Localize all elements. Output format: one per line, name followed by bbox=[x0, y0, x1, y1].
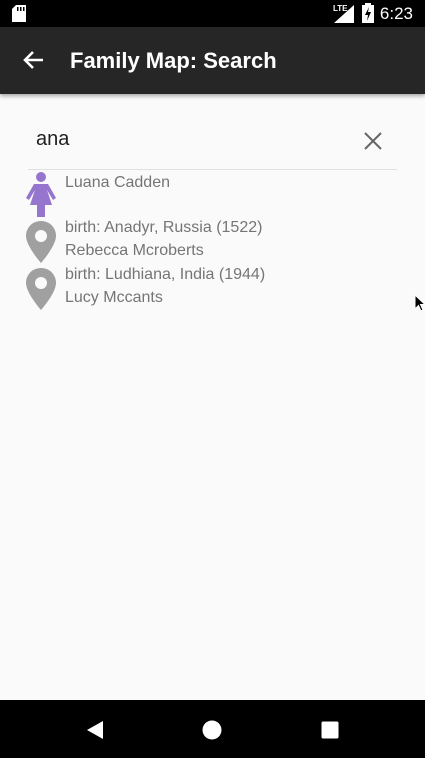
search-result-event[interactable]: birth: Ludhiana, India (1944) Lucy Mccan… bbox=[0, 266, 425, 312]
nav-home-button[interactable] bbox=[202, 720, 222, 745]
search-result-person[interactable]: Luana Cadden bbox=[0, 172, 425, 218]
result-primary-text: birth: Ludhiana, India (1944) bbox=[65, 266, 266, 283]
status-bar: LTE 6:23 bbox=[0, 0, 425, 27]
search-result-event[interactable]: birth: Anadyr, Russia (1522) Rebecca Mcr… bbox=[0, 219, 425, 265]
result-secondary-text: Rebecca Mcroberts bbox=[65, 242, 204, 259]
close-icon[interactable] bbox=[363, 131, 383, 151]
search-input[interactable] bbox=[36, 128, 356, 151]
battery-charging-icon bbox=[362, 3, 374, 23]
mouse-cursor-icon bbox=[414, 294, 425, 312]
page-title: Family Map: Search bbox=[70, 48, 277, 73]
app-bar: Family Map: Search bbox=[0, 27, 425, 94]
triangle-back-icon bbox=[87, 721, 103, 739]
circle-home-icon bbox=[202, 720, 222, 740]
result-primary-text: Luana Cadden bbox=[65, 174, 170, 191]
result-secondary-text: Lucy Mccants bbox=[65, 289, 163, 306]
nav-back-button[interactable] bbox=[86, 720, 104, 745]
search-field bbox=[28, 120, 397, 170]
navigation-bar bbox=[0, 700, 425, 758]
map-pin-icon bbox=[26, 268, 56, 310]
nav-recents-button[interactable] bbox=[321, 721, 339, 744]
sd-card-icon bbox=[12, 5, 26, 22]
female-person-icon bbox=[26, 172, 56, 217]
back-arrow-icon[interactable] bbox=[18, 45, 48, 75]
signal-icon bbox=[334, 5, 354, 23]
square-recents-icon bbox=[321, 721, 339, 739]
map-pin-icon bbox=[26, 221, 56, 263]
result-primary-text: birth: Anadyr, Russia (1522) bbox=[65, 219, 263, 236]
clock: 6:23 bbox=[379, 4, 413, 23]
